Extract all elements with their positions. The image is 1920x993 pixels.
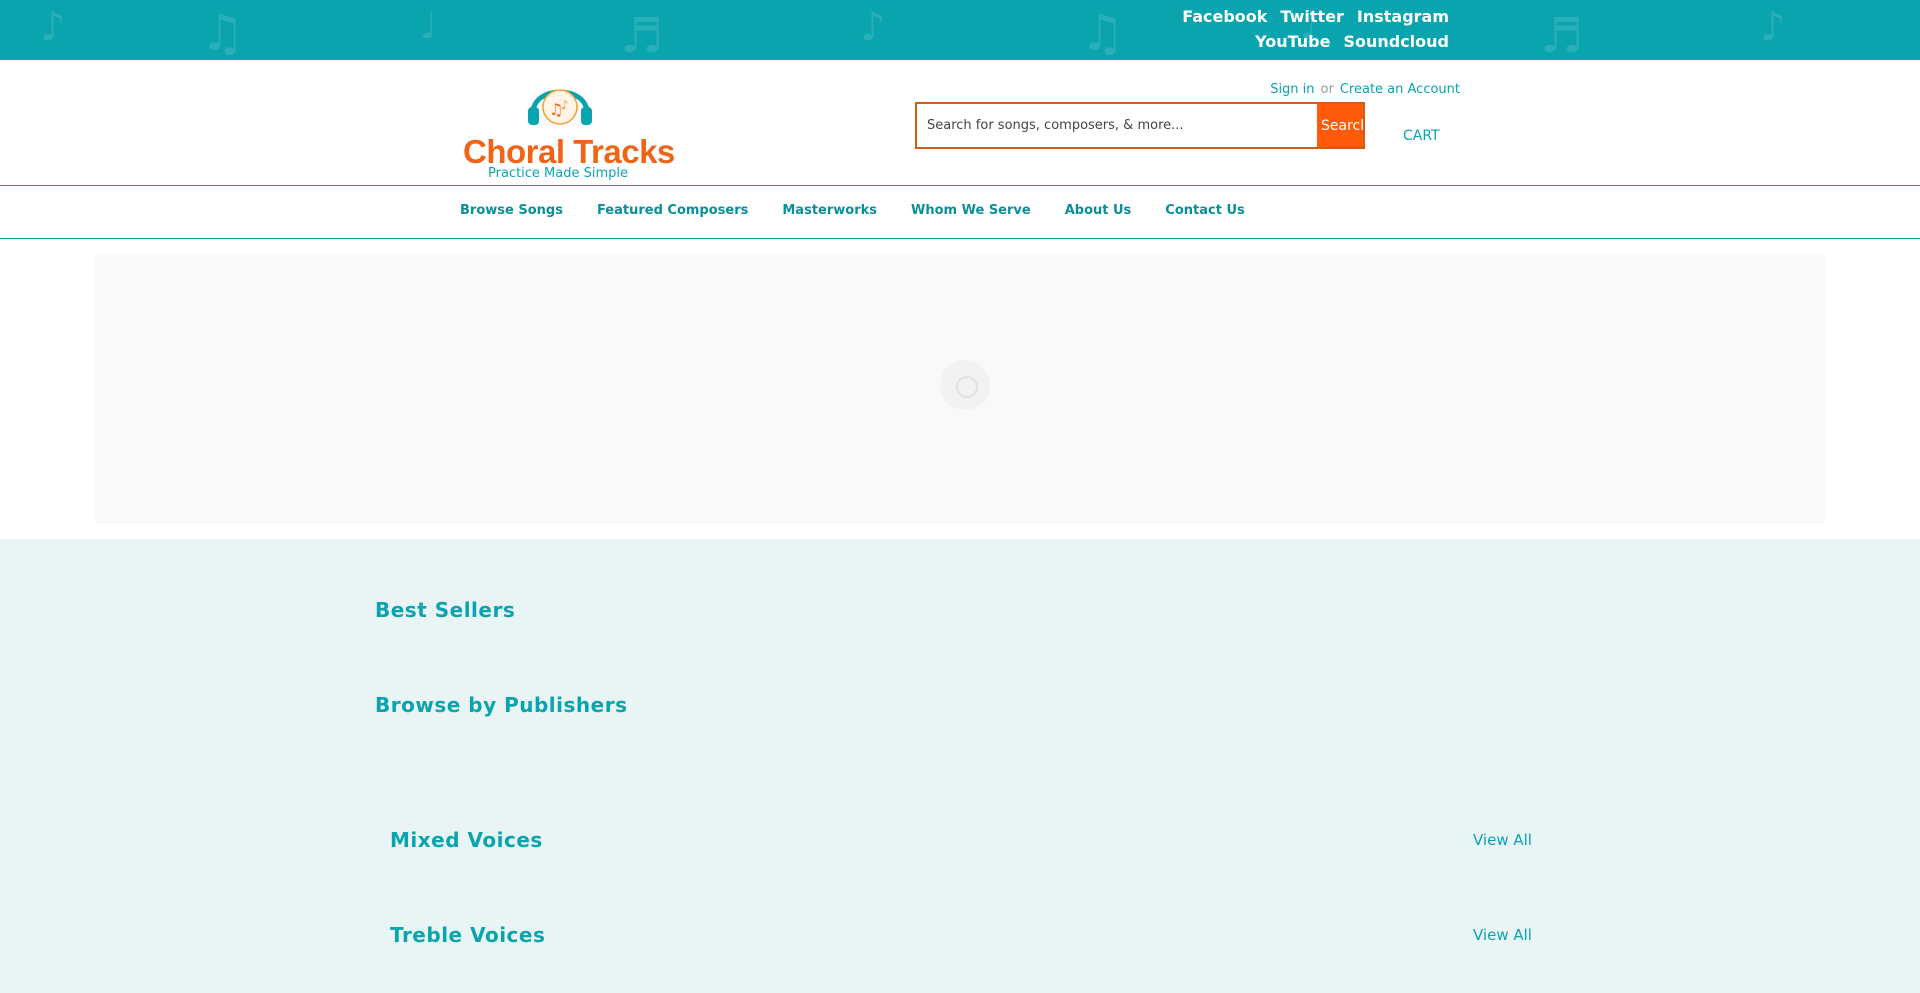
treble-voices-heading: Treble Voices: [390, 923, 546, 947]
home-content: Best Sellers Browse by Publishers Mixed …: [0, 539, 1920, 993]
main-nav: Browse Songs Featured Composers Masterwo…: [0, 185, 1920, 239]
mixed-voices-heading: Mixed Voices: [390, 828, 543, 852]
hero-slider[interactable]: [95, 254, 1825, 524]
soundcloud-link[interactable]: Soundcloud: [1343, 32, 1449, 51]
twitter-link[interactable]: Twitter: [1280, 7, 1343, 26]
svg-text:♫: ♫: [1080, 4, 1125, 60]
nav-featured-composers[interactable]: Featured Composers: [597, 203, 748, 218]
instagram-link[interactable]: Instagram: [1357, 7, 1449, 26]
nav-browse-songs[interactable]: Browse Songs: [460, 203, 563, 218]
svg-text:♬: ♬: [620, 8, 663, 60]
logo-tagline: Practice Made Simple: [488, 166, 629, 181]
svg-text:♪: ♪: [860, 4, 886, 50]
create-account-link[interactable]: Create an Account: [1340, 82, 1460, 97]
nav-contact-us[interactable]: Contact Us: [1165, 203, 1244, 218]
search-button[interactable]: Search: [1317, 104, 1363, 147]
svg-text:♩: ♩: [420, 6, 437, 47]
loading-spinner-icon: [940, 360, 990, 410]
choral-tracks-logo[interactable]: ♫ ♪ Choral Tracks Practice Made Simple: [463, 73, 675, 181]
music-note-pattern: ♪ ♫ ♩ ♬ ♪ ♫ ♩ ♬ ♪: [40, 4, 1786, 60]
search-box: Search: [915, 102, 1365, 149]
svg-text:♪: ♪: [1760, 4, 1786, 50]
svg-text:♬: ♬: [1540, 8, 1583, 60]
cart-link[interactable]: CART: [1403, 128, 1440, 144]
site-header: ♫ ♪ Choral Tracks Practice Made Simple S…: [0, 60, 1920, 185]
youtube-link[interactable]: YouTube: [1255, 32, 1330, 51]
hero-section: [0, 239, 1920, 539]
social-row-2: YouTube Soundcloud: [1255, 32, 1449, 51]
headphones-notes-icon: ♫ ♪: [528, 89, 592, 125]
nav-whom-we-serve[interactable]: Whom We Serve: [911, 203, 1031, 218]
facebook-link[interactable]: Facebook: [1182, 7, 1267, 26]
svg-text:♪: ♪: [40, 4, 66, 50]
social-row-1: Facebook Twitter Instagram: [1182, 7, 1449, 26]
nav-masterworks[interactable]: Masterworks: [782, 203, 877, 218]
search-input[interactable]: [917, 104, 1317, 147]
social-bar: ♪ ♫ ♩ ♬ ♪ ♫ ♩ ♬ ♪ Facebook Twitter Insta…: [0, 0, 1920, 60]
account-links: Sign in or Create an Account: [1270, 82, 1460, 97]
browse-publishers-heading: Browse by Publishers: [375, 693, 628, 717]
best-sellers-heading: Best Sellers: [375, 598, 516, 622]
sign-in-link[interactable]: Sign in: [1270, 82, 1314, 97]
or-text: or: [1320, 82, 1334, 97]
svg-text:♪: ♪: [561, 98, 569, 112]
nav-about-us[interactable]: About Us: [1065, 203, 1132, 218]
svg-text:♫: ♫: [200, 4, 245, 60]
treble-voices-view-all-link[interactable]: View All: [1473, 926, 1532, 944]
mixed-voices-view-all-link[interactable]: View All: [1473, 831, 1532, 849]
